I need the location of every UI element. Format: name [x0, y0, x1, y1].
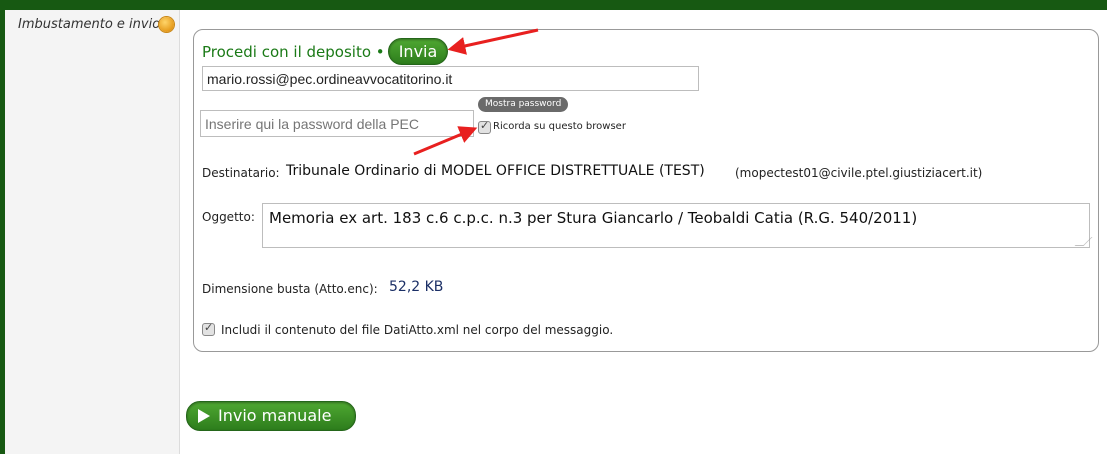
annotation-arrows [413, 28, 539, 156]
arrow-to-remember-checkbox [413, 126, 478, 156]
arrow-to-send-button [447, 28, 539, 55]
